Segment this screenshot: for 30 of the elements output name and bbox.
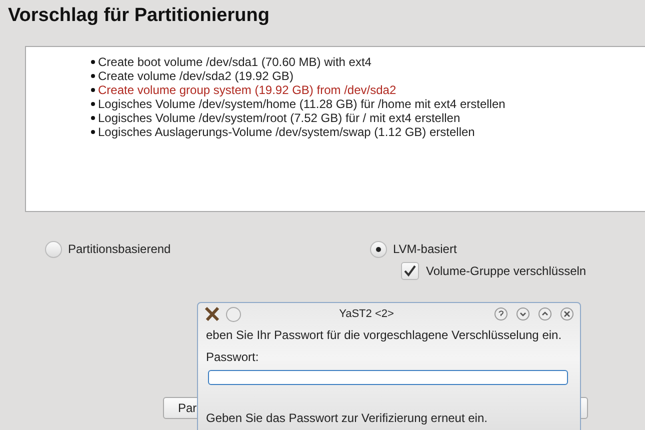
proposal-item: Create volume group system (19.92 GB) from /dev/sda2: [98, 83, 396, 97]
checkbox[interactable]: [401, 262, 419, 280]
help-icon[interactable]: [494, 307, 508, 321]
minimize-icon[interactable]: [516, 307, 530, 321]
close-icon[interactable]: [560, 307, 574, 321]
bullet-icon: [91, 60, 95, 64]
proposal-item: Logisches Volume /dev/system/home (11.28 GB) für /home mit ext4 erstellen: [98, 97, 506, 111]
dialog-message: eben Sie Ihr Passwort für die vorgeschlagene Verschlüsselung ein.: [206, 328, 563, 342]
proposal-item: Logisches Volume /dev/system/root (7.52 GB) für / mit ext4 erstellen: [98, 111, 460, 125]
bullet-icon: [91, 74, 95, 78]
bullet-icon: [91, 88, 95, 92]
dialog-title: YaST2 <2>: [338, 308, 395, 320]
app-icon: [204, 306, 220, 322]
bullet-icon: [91, 102, 95, 106]
page-title: Vorschlag für Partitionierung: [7, 4, 270, 28]
maximize-icon[interactable]: [538, 307, 552, 321]
password-label: Passwort:: [206, 350, 260, 364]
radio-button[interactable]: [45, 240, 62, 258]
bullet-icon: [91, 116, 95, 120]
radio-label: LVM-basiert: [393, 242, 457, 256]
check-icon: [403, 264, 417, 278]
checkbox-label: Volume-Gruppe verschlüsseln: [426, 264, 586, 278]
proposal-item: Create volume /dev/sda2 (19.92 GB): [98, 69, 294, 83]
password-field[interactable]: [208, 370, 568, 385]
radio-button[interactable]: [370, 240, 387, 258]
verify-label: Geben Sie das Passwort zur Verifizierung erneut ein.: [206, 411, 488, 425]
bullet-icon: [91, 130, 95, 134]
proposal-item: Create boot volume /dev/sda1 (70.60 MB) with ext4: [98, 55, 372, 69]
proposal-item: Logisches Auslagerungs-Volume /dev/system/swap (1.12 GB) erstellen: [98, 125, 475, 139]
radio-label: Partitionsbasierend: [68, 242, 171, 256]
